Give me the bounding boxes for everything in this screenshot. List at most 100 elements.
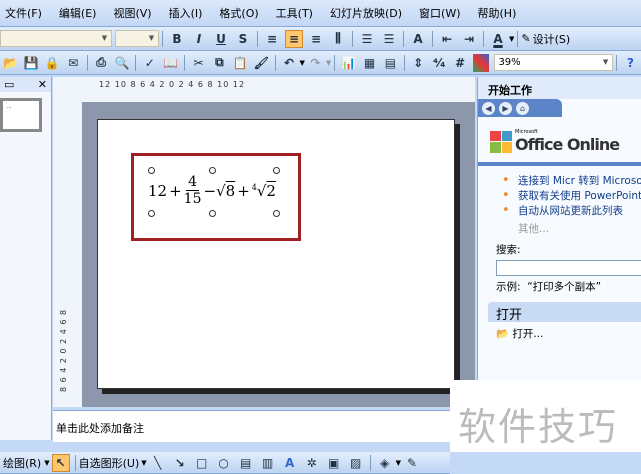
menu-edit[interactable]: 编辑(E) xyxy=(54,5,109,21)
menu-window[interactable]: 窗口(W) xyxy=(414,5,472,21)
print-icon[interactable]: ⎙ xyxy=(93,54,110,72)
chevron-down-icon[interactable]: ▼ xyxy=(509,35,514,43)
format-painter-icon[interactable]: 🖌 xyxy=(253,54,270,72)
print-preview-icon[interactable]: 🔍 xyxy=(113,54,130,72)
back-icon[interactable]: ◀ xyxy=(482,101,495,115)
color-grayscale-icon[interactable] xyxy=(472,53,490,72)
bullets-icon[interactable]: ☰ xyxy=(380,30,398,48)
menu-file[interactable]: 文件(F) xyxy=(0,5,54,21)
numbering-icon[interactable]: ☰ xyxy=(358,30,376,48)
line-color-icon[interactable]: ✎ xyxy=(403,454,421,472)
grid-icon[interactable]: # xyxy=(452,54,469,72)
distribute-icon[interactable]: ⫼ xyxy=(329,30,347,48)
link-more[interactable]: 其他... xyxy=(478,221,641,236)
link-latest-news[interactable]: 获取有关使用 PowerPoint 的最新新闻 xyxy=(478,190,641,202)
spelling-icon[interactable]: ✓ xyxy=(141,54,158,72)
align-left-icon[interactable]: ≡ xyxy=(263,30,281,48)
resize-handle[interactable] xyxy=(209,167,216,174)
decrease-indent-icon[interactable]: ⇤ xyxy=(438,30,456,48)
oval-icon[interactable]: ○ xyxy=(215,454,233,472)
design-icon: ✎ xyxy=(521,32,531,45)
increase-indent-icon[interactable]: ⇥ xyxy=(460,30,478,48)
wordart-icon[interactable]: A xyxy=(281,454,299,472)
research-icon[interactable]: 📖 xyxy=(162,54,179,72)
clipart-icon[interactable]: ▣ xyxy=(325,454,343,472)
search-input[interactable] xyxy=(496,260,641,276)
font-size-combo[interactable]: ▼ xyxy=(115,30,159,47)
textbox-icon[interactable]: ▤ xyxy=(237,454,255,472)
eq-radicand: 2 xyxy=(266,181,276,200)
resize-handle[interactable] xyxy=(209,210,216,217)
diagram-icon[interactable]: ✲ xyxy=(303,454,321,472)
copy-icon[interactable]: ⧉ xyxy=(211,54,228,72)
font-name-combo[interactable]: ▼ xyxy=(0,30,112,47)
menu-view[interactable]: 视图(V) xyxy=(108,5,163,21)
chevron-down-icon[interactable]: ▼ xyxy=(44,459,49,467)
tables-borders-icon[interactable]: ▤ xyxy=(382,54,399,72)
equation-object[interactable]: 12 + 4 15 −√8 + 4√2 xyxy=(131,153,301,241)
undo-icon[interactable]: ↶ xyxy=(281,54,298,72)
link-connect-online[interactable]: 连接到 Micr 转到 Microsoft Office Online xyxy=(478,175,641,187)
align-right-icon[interactable]: ≡ xyxy=(307,30,325,48)
chevron-down-icon[interactable]: ▼ xyxy=(141,459,146,467)
resize-handle[interactable] xyxy=(148,167,155,174)
menu-tools[interactable]: 工具(T) xyxy=(271,5,325,21)
picture-icon[interactable]: ▨ xyxy=(347,454,365,472)
arrow-icon[interactable]: ↘ xyxy=(171,454,189,472)
open-icon[interactable]: 📂 xyxy=(2,54,19,72)
draw-menu[interactable]: 绘图(R) xyxy=(0,455,44,471)
open-section-title: 打开 xyxy=(488,302,641,323)
vertical-textbox-icon[interactable]: ▥ xyxy=(259,454,277,472)
chevron-down-icon[interactable]: ▼ xyxy=(326,59,331,67)
link-auto-update[interactable]: 自动从网站更新此列表 xyxy=(478,205,641,217)
table-icon[interactable]: ▦ xyxy=(361,54,378,72)
open-link[interactable]: 打开... xyxy=(512,328,543,340)
expand-all-icon[interactable]: ⇕ xyxy=(410,54,427,72)
eq-term: 12 xyxy=(148,181,168,200)
slides-pane: ▭ ✕ ··· xyxy=(0,77,52,440)
slide-thumbnail[interactable]: ··· xyxy=(0,98,42,132)
menu-insert[interactable]: 插入(I) xyxy=(164,5,215,21)
increase-font-icon[interactable]: A xyxy=(409,30,427,48)
bold-button[interactable]: B xyxy=(168,30,186,48)
home-icon[interactable]: ⌂ xyxy=(516,101,529,115)
line-icon[interactable]: ╲ xyxy=(149,454,167,472)
slide[interactable]: 12 + 4 15 −√8 + 4√2 xyxy=(97,119,455,389)
show-formatting-icon[interactable]: ⁴⁄₄ xyxy=(431,54,448,72)
slides-tab-icon[interactable]: ▭ xyxy=(4,78,14,91)
zoom-combo[interactable]: 39% ▼ xyxy=(494,54,614,71)
chart-icon[interactable]: 📊 xyxy=(340,54,357,72)
menu-slideshow[interactable]: 幻灯片放映(D) xyxy=(325,5,414,21)
close-icon[interactable]: ✕ xyxy=(38,78,47,91)
brand-name: Office Online xyxy=(515,135,620,154)
shadow-button[interactable]: S xyxy=(234,30,252,48)
save-icon[interactable]: 💾 xyxy=(23,54,40,72)
fill-color-icon[interactable]: ◈ xyxy=(376,454,394,472)
select-pointer-icon[interactable]: ↖ xyxy=(51,453,70,472)
chevron-down-icon[interactable]: ▼ xyxy=(396,459,401,467)
align-center-icon[interactable]: ≡ xyxy=(285,29,303,48)
zoom-value: 39% xyxy=(498,57,521,68)
email-icon[interactable]: ✉ xyxy=(65,54,82,72)
permission-icon[interactable]: 🔒 xyxy=(44,54,61,72)
underline-button[interactable]: U xyxy=(212,30,230,48)
italic-button[interactable]: I xyxy=(190,30,208,48)
resize-handle[interactable] xyxy=(148,210,155,217)
menu-format[interactable]: 格式(O) xyxy=(214,5,270,21)
resize-handle[interactable] xyxy=(273,210,280,217)
equation: 12 + 4 15 −√8 + 4√2 xyxy=(148,174,276,207)
resize-handle[interactable] xyxy=(273,167,280,174)
autoshapes-menu[interactable]: 自选图形(U) xyxy=(79,455,140,471)
redo-icon[interactable]: ↷ xyxy=(307,54,324,72)
design-button[interactable]: 设计(S) xyxy=(533,31,571,47)
paste-icon[interactable]: 📋 xyxy=(232,54,249,72)
notes-pane[interactable]: 单击此处添加备注 xyxy=(53,410,450,442)
forward-icon[interactable]: ▶ xyxy=(499,101,512,115)
cut-icon[interactable]: ✂ xyxy=(190,54,207,72)
menu-help[interactable]: 帮助(H) xyxy=(473,5,529,21)
separator xyxy=(403,54,405,71)
rectangle-icon[interactable]: □ xyxy=(193,454,211,472)
help-icon[interactable]: ? xyxy=(622,54,639,72)
chevron-down-icon[interactable]: ▼ xyxy=(300,59,305,67)
font-color-icon[interactable]: A xyxy=(489,30,507,48)
